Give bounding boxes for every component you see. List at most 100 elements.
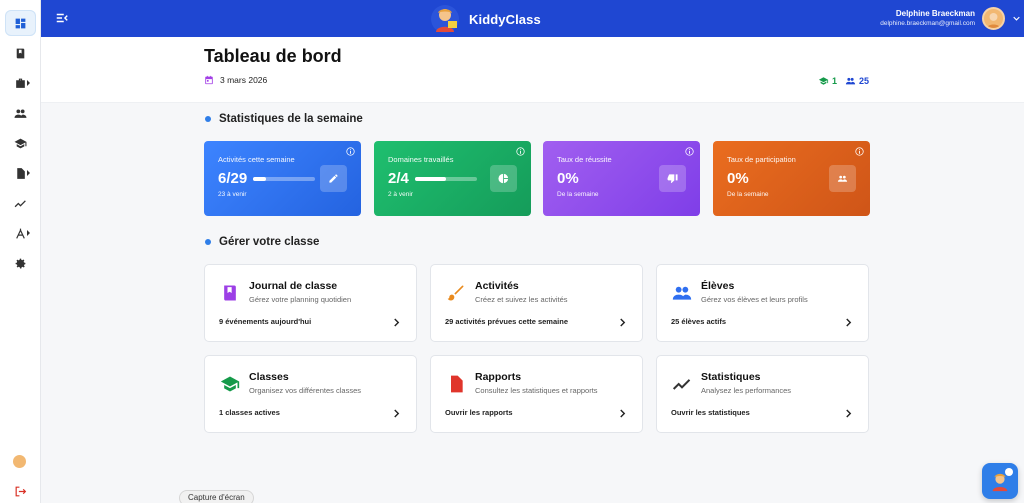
class-count: 1 xyxy=(818,76,837,86)
stat-card-success-rate[interactable]: Taux de réussite 0% De la semaine xyxy=(543,141,700,216)
submenu-caret-icon xyxy=(27,170,30,176)
chevron-right-icon[interactable] xyxy=(393,318,400,327)
info-icon[interactable] xyxy=(685,147,694,156)
stat-icon-box xyxy=(659,165,686,192)
current-date: 3 mars 2026 xyxy=(220,75,268,85)
thumb-down-icon xyxy=(667,174,678,184)
graduation-cap-icon xyxy=(220,376,240,392)
sidebar-item-settings[interactable] xyxy=(5,250,36,276)
graduation-cap-icon xyxy=(14,138,27,148)
briefcase-icon xyxy=(16,78,25,88)
tooltip: Capture d'écran xyxy=(179,490,254,503)
stat-subtext: 23 à venir xyxy=(218,191,247,198)
card-statistics[interactable]: Statistiques Analysez les performances O… xyxy=(656,355,869,433)
stat-card-participation[interactable]: Taux de participation 0% De la semaine xyxy=(713,141,870,216)
avatar[interactable] xyxy=(982,7,1005,30)
trending-icon xyxy=(672,379,691,390)
manage-section-title-text: Gérer votre classe xyxy=(219,236,320,248)
card-icon xyxy=(219,373,241,395)
sidebar-item-tools[interactable] xyxy=(5,220,36,246)
menu-toggle-icon[interactable] xyxy=(55,11,69,25)
info-icon[interactable] xyxy=(346,147,355,156)
user-name: Delphine Braeckman xyxy=(895,9,975,18)
sidebar-item-classes[interactable] xyxy=(5,130,36,156)
chevron-right-icon[interactable] xyxy=(619,409,626,418)
submenu-caret-icon xyxy=(27,80,30,86)
card-icon xyxy=(445,282,467,304)
card-title: Rapports xyxy=(475,371,522,383)
assistant-button[interactable] xyxy=(982,463,1018,499)
sidebar-item-activities[interactable] xyxy=(5,70,36,96)
card-title: Élèves xyxy=(701,280,735,292)
document-icon xyxy=(17,167,25,179)
chevron-right-icon[interactable] xyxy=(619,318,626,327)
app-logo xyxy=(431,5,459,33)
stat-label: Activités cette semaine xyxy=(218,155,295,164)
sidebar-item-students[interactable] xyxy=(5,100,36,126)
stat-icon-box xyxy=(829,165,856,192)
stat-value-text: 2/4 xyxy=(388,170,409,187)
people-icon xyxy=(845,77,856,85)
logout-button[interactable] xyxy=(5,478,36,503)
card-journal[interactable]: Journal de classe Gérez votre planning q… xyxy=(204,264,417,342)
stat-card-activities[interactable]: Activités cette semaine 6/29 23 à venir xyxy=(204,141,361,216)
sidebar-item-statistics[interactable] xyxy=(5,190,36,216)
user-menu[interactable]: Delphine Braeckman delphine.braeckman@gm… xyxy=(880,9,975,28)
card-description: Analysez les performances xyxy=(701,386,792,395)
card-reports[interactable]: Rapports Consultez les statistiques et r… xyxy=(430,355,643,433)
card-title: Journal de classe xyxy=(249,280,338,292)
chevron-right-icon[interactable] xyxy=(845,318,852,327)
card-footer: Ouvrir les rapports xyxy=(445,408,513,417)
section-bullet xyxy=(205,239,211,245)
report-icon xyxy=(451,375,463,393)
avatar[interactable] xyxy=(13,455,26,468)
chevron-right-icon[interactable] xyxy=(845,409,852,418)
card-title: Statistiques xyxy=(701,371,761,383)
info-icon[interactable] xyxy=(516,147,525,156)
notification-badge xyxy=(1005,468,1013,476)
sidebar-item-reports[interactable] xyxy=(5,160,36,186)
chevron-down-icon[interactable] xyxy=(1013,15,1020,22)
pie-chart-icon xyxy=(498,173,509,184)
stat-value-text: 0% xyxy=(727,170,749,187)
info-icon[interactable] xyxy=(855,147,864,156)
card-title: Activités xyxy=(475,280,519,292)
chevron-right-icon[interactable] xyxy=(393,409,400,418)
sidebar-item-dashboard[interactable] xyxy=(5,10,36,36)
card-footer: 9 événements aujourd'hui xyxy=(219,317,312,326)
stat-label: Taux de participation xyxy=(727,155,796,164)
stat-subtext: De la semaine xyxy=(557,191,599,198)
trending-icon xyxy=(14,199,26,207)
stat-card-domains[interactable]: Domaines travaillés 2/4 2 à venir xyxy=(374,141,531,216)
card-icon xyxy=(671,282,693,304)
card-title: Classes xyxy=(249,371,289,383)
progress-fill xyxy=(253,176,267,181)
card-description: Consultez les statistiques et rapports xyxy=(475,386,598,395)
user-avatar-icon xyxy=(987,12,1000,28)
card-activities[interactable]: Activités Créez et suivez les activités … xyxy=(430,264,643,342)
page-title: Tableau de bord xyxy=(204,46,342,66)
progress-bar xyxy=(414,176,477,181)
progress-fill xyxy=(414,176,446,181)
people-icon xyxy=(837,175,848,182)
stat-label: Domaines travaillés xyxy=(388,155,454,164)
student-count-value: 25 xyxy=(858,76,869,86)
stat-label: Taux de réussite xyxy=(557,155,612,164)
stat-icon-box xyxy=(320,165,347,192)
sidebar xyxy=(0,0,41,503)
header-counts: 1 25 xyxy=(810,76,869,86)
card-classes[interactable]: Classes Organisez vos différentes classe… xyxy=(204,355,417,433)
stat-value-text: 0% xyxy=(557,170,579,187)
submenu-caret-icon xyxy=(27,230,30,236)
card-students[interactable]: Élèves Gérez vos élèves et leurs profils… xyxy=(656,264,869,342)
logout-icon xyxy=(15,486,27,496)
book-icon xyxy=(16,48,25,58)
stats-section-title: Statistiques de la semaine xyxy=(205,113,363,125)
card-icon xyxy=(219,282,241,304)
dashboard-icon xyxy=(15,18,26,28)
page-header: Tableau de bord 3 mars 2026 1 25 xyxy=(41,37,1024,103)
class-count-value: 1 xyxy=(831,76,837,86)
sidebar-item-journal[interactable] xyxy=(5,40,36,66)
stat-subtext: De la semaine xyxy=(727,191,769,198)
brand[interactable]: KiddyClass xyxy=(430,4,541,34)
